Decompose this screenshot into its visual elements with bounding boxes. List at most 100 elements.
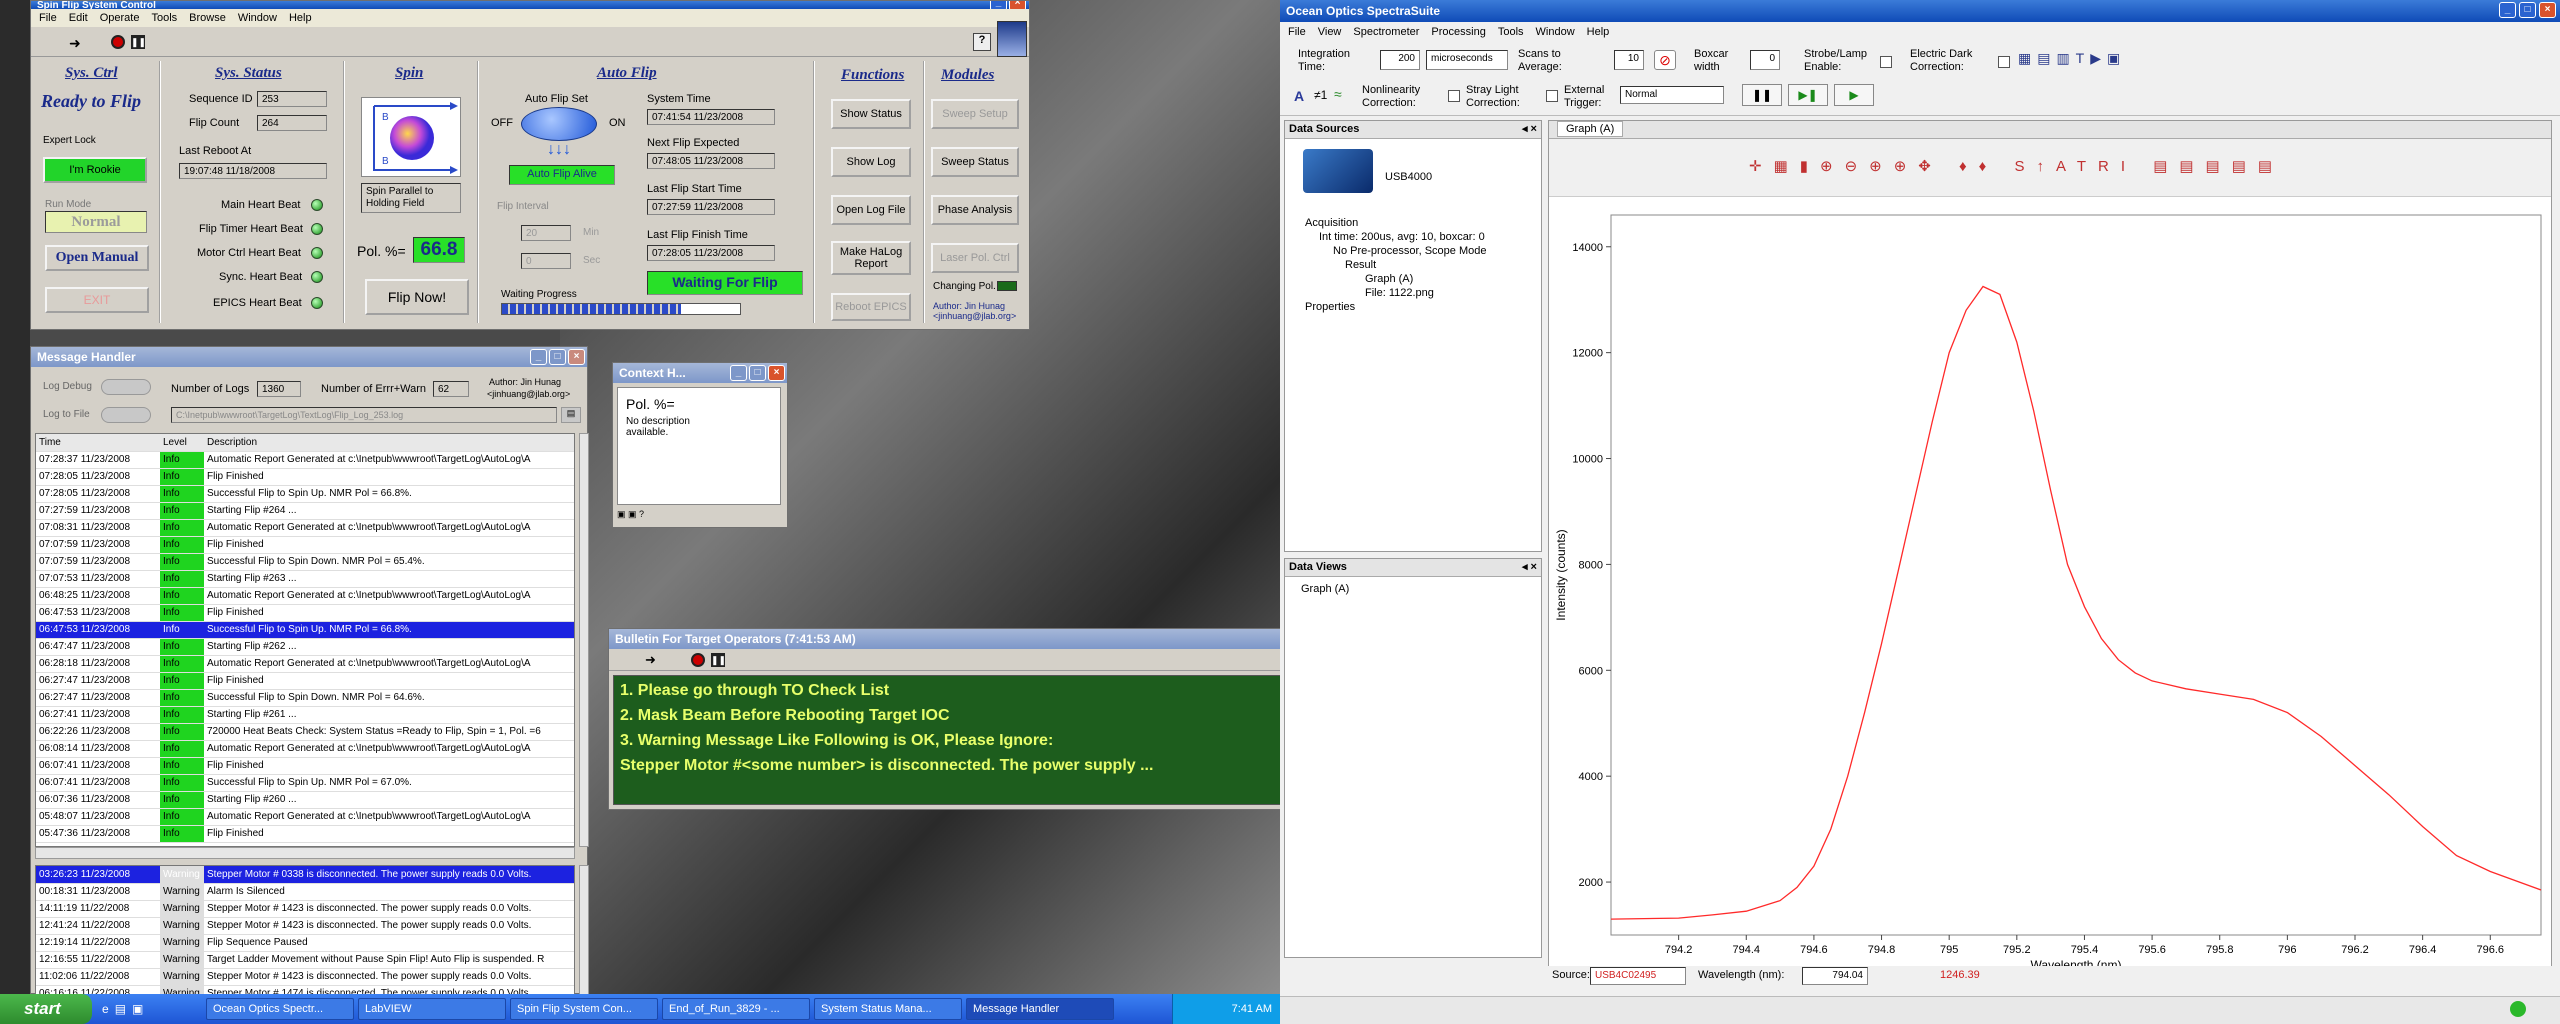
- browse-folder-icon[interactable]: ▤: [561, 407, 581, 423]
- maximize-button[interactable]: □: [2519, 2, 2536, 18]
- nonlin-checkbox[interactable]: [1448, 90, 1460, 102]
- table-row[interactable]: 06:22:26 11/23/2008 Info 720000 Heat Beats…: [36, 723, 574, 741]
- tab-graph-a[interactable]: Graph (A): [1557, 121, 1624, 137]
- strobe-checkbox[interactable]: [1880, 56, 1892, 68]
- minimize-button[interactable]: _: [530, 349, 547, 365]
- laser-pol-ctrl-button[interactable]: Laser Pol. Ctrl: [931, 243, 1019, 273]
- table-row[interactable]: 07:07:53 11/23/2008 Info Starting Flip #26…: [36, 570, 574, 588]
- tree-graph[interactable]: Graph (A): [1365, 273, 1413, 285]
- menu-help[interactable]: Help: [289, 12, 312, 24]
- menu-file[interactable]: File: [1288, 26, 1306, 38]
- log-h-scrollbar[interactable]: [35, 847, 575, 859]
- table-row[interactable]: 07:28:05 11/23/2008 Info Flip Finished: [36, 468, 574, 486]
- table-row[interactable]: 06:48:25 11/23/2008 Info Automatic Report …: [36, 587, 574, 605]
- graph-tool-icons[interactable]: ✛▦▮⊕⊖⊕⊕✥ ♦♦ S↑ATRI ▤▤▤▤▤: [1749, 157, 2284, 175]
- message-title-bar[interactable]: Message Handler _ □ ×: [31, 347, 587, 367]
- pause-icon[interactable]: ❚❚: [711, 653, 726, 667]
- sweep-status-button[interactable]: Sweep Status: [931, 147, 1019, 177]
- minimize-button[interactable]: _: [2499, 2, 2516, 18]
- make-halog-report-button[interactable]: Make HaLog Report: [831, 241, 911, 275]
- abort-icon[interactable]: [691, 653, 705, 667]
- table-row[interactable]: 03:26:23 11/23/2008 Warning Stepper Motor …: [36, 866, 574, 884]
- close-button[interactable]: ×: [1009, 1, 1026, 9]
- context-title-bar[interactable]: Context H... _ □ ×: [613, 363, 787, 383]
- close-button[interactable]: ×: [768, 365, 785, 381]
- wave-icon[interactable]: ≈: [1334, 86, 1342, 102]
- menu-browse[interactable]: Browse: [189, 12, 226, 24]
- int-unit-select[interactable]: microseconds: [1426, 50, 1508, 70]
- wavelength-input[interactable]: 794.04: [1802, 967, 1868, 985]
- scale-icon[interactable]: ≠1: [1314, 88, 1327, 102]
- stray-checkbox[interactable]: [1546, 90, 1558, 102]
- tree-properties[interactable]: Properties: [1305, 301, 1355, 313]
- phase-analysis-button[interactable]: Phase Analysis: [931, 195, 1019, 225]
- tree-acquisition[interactable]: Acquisition: [1305, 217, 1358, 229]
- context-toolbar-icons[interactable]: ▣ ▣ ?: [617, 509, 677, 523]
- open-log-file-button[interactable]: Open Log File: [831, 195, 911, 225]
- menu-tools[interactable]: Tools: [151, 12, 177, 24]
- source-select[interactable]: USB4C02495: [1590, 967, 1686, 985]
- col-level[interactable]: Level: [160, 434, 204, 452]
- table-row[interactable]: 12:41:24 11/22/2008 Warning Stepper Motor …: [36, 917, 574, 935]
- table-row[interactable]: 06:07:41 11/23/2008 Info Flip Finished: [36, 757, 574, 775]
- menu-window[interactable]: Window: [238, 12, 277, 24]
- expert-lock-button[interactable]: I'm Rookie: [43, 157, 147, 183]
- spectrum-chart[interactable]: 2000 4000 6000 8000 10000 12000 14000 794.2 794.…: [1549, 201, 2551, 971]
- table-row[interactable]: 12:19:14 11/22/2008 Warning Flip Sequence …: [36, 934, 574, 952]
- table-row[interactable]: 12:16:55 11/22/2008 Warning Target Ladder …: [36, 951, 574, 969]
- table-row[interactable]: 05:47:36 11/23/2008 Info Flip Finished: [36, 825, 574, 843]
- warn-scrollbar[interactable]: [579, 865, 589, 995]
- device-name[interactable]: USB4000: [1385, 171, 1432, 183]
- sweep-setup-button[interactable]: Sweep Setup: [931, 99, 1019, 129]
- play-icon[interactable]: ▶: [1834, 84, 1874, 106]
- dark-checkbox[interactable]: [1998, 56, 2010, 68]
- menu-view[interactable]: View: [1318, 26, 1342, 38]
- start-button[interactable]: start: [0, 994, 92, 1024]
- table-row[interactable]: 07:08:31 11/23/2008 Info Automatic Report …: [36, 519, 574, 537]
- minimize-button[interactable]: _: [730, 365, 747, 381]
- table-row[interactable]: 06:27:41 11/23/2008 Info Starting Flip #26…: [36, 706, 574, 724]
- step-icon[interactable]: ▶❚: [1788, 84, 1828, 106]
- table-row[interactable]: 06:08:14 11/23/2008 Info Automatic Report …: [36, 740, 574, 758]
- task-labview[interactable]: LabVIEW: [358, 998, 506, 1020]
- ocean-title-bar[interactable]: Ocean Optics SpectraSuite _ □ ×: [1280, 0, 2560, 22]
- table-row[interactable]: 07:28:05 11/23/2008 Info Successful Flip t…: [36, 485, 574, 503]
- log-to-file-toggle[interactable]: [101, 407, 151, 423]
- show-log-button[interactable]: Show Log: [831, 147, 911, 177]
- flip-now-button[interactable]: Flip Now!: [365, 279, 469, 315]
- int-time-input[interactable]: 200: [1380, 50, 1420, 70]
- tree-file[interactable]: File: 1122.png: [1365, 287, 1434, 299]
- table-row[interactable]: 07:28:37 11/23/2008 Info Automatic Report …: [36, 451, 574, 469]
- table-row[interactable]: 05:48:07 11/23/2008 Info Automatic Report …: [36, 808, 574, 826]
- close-button[interactable]: ×: [568, 349, 585, 365]
- close-button[interactable]: ×: [2539, 2, 2556, 18]
- ie-icon[interactable]: e: [102, 1002, 109, 1016]
- log-scrollbar[interactable]: [579, 433, 589, 847]
- tree-acq-params[interactable]: Int time: 200us, avg: 10, boxcar: 0: [1319, 231, 1485, 243]
- tree-preproc[interactable]: No Pre-processor, Scope Mode: [1333, 245, 1486, 257]
- reboot-epics-button[interactable]: Reboot EPICS: [831, 293, 911, 321]
- spin-title-bar[interactable]: Spin Flip System Control _ ×: [31, 1, 1029, 9]
- interval-min-input[interactable]: 20: [521, 225, 571, 241]
- menu-spectrometer[interactable]: Spectrometer: [1353, 26, 1419, 38]
- open-manual-button[interactable]: Open Manual: [45, 245, 149, 271]
- table-row[interactable]: 06:07:36 11/23/2008 Info Starting Flip #26…: [36, 791, 574, 809]
- maximize-button[interactable]: □: [749, 365, 766, 381]
- tree-result[interactable]: Result: [1345, 259, 1376, 271]
- panel-close-icon[interactable]: ◂ ×: [1522, 560, 1537, 573]
- auto-flip-toggle[interactable]: [521, 107, 597, 141]
- col-description[interactable]: Description: [204, 434, 574, 452]
- menu-edit[interactable]: Edit: [69, 12, 88, 24]
- log-debug-toggle[interactable]: [101, 379, 151, 395]
- interval-sec-input[interactable]: 0: [521, 253, 571, 269]
- stop-icon[interactable]: ⊘: [1654, 50, 1676, 70]
- desktop-icon[interactable]: ▣: [132, 1002, 143, 1016]
- table-row[interactable]: 07:07:59 11/23/2008 Info Successful Flip t…: [36, 553, 574, 571]
- run-mode-value[interactable]: Normal: [45, 211, 147, 233]
- task-ocean-optics[interactable]: Ocean Optics Spectr...: [206, 998, 354, 1020]
- table-row[interactable]: 06:07:41 11/23/2008 Info Successful Flip t…: [36, 774, 574, 792]
- font-a-icon[interactable]: A: [1294, 88, 1304, 104]
- boxcar-input[interactable]: 0: [1750, 50, 1780, 70]
- menu-tools[interactable]: Tools: [1498, 26, 1524, 38]
- panel-close-icon[interactable]: ◂ ×: [1522, 122, 1537, 135]
